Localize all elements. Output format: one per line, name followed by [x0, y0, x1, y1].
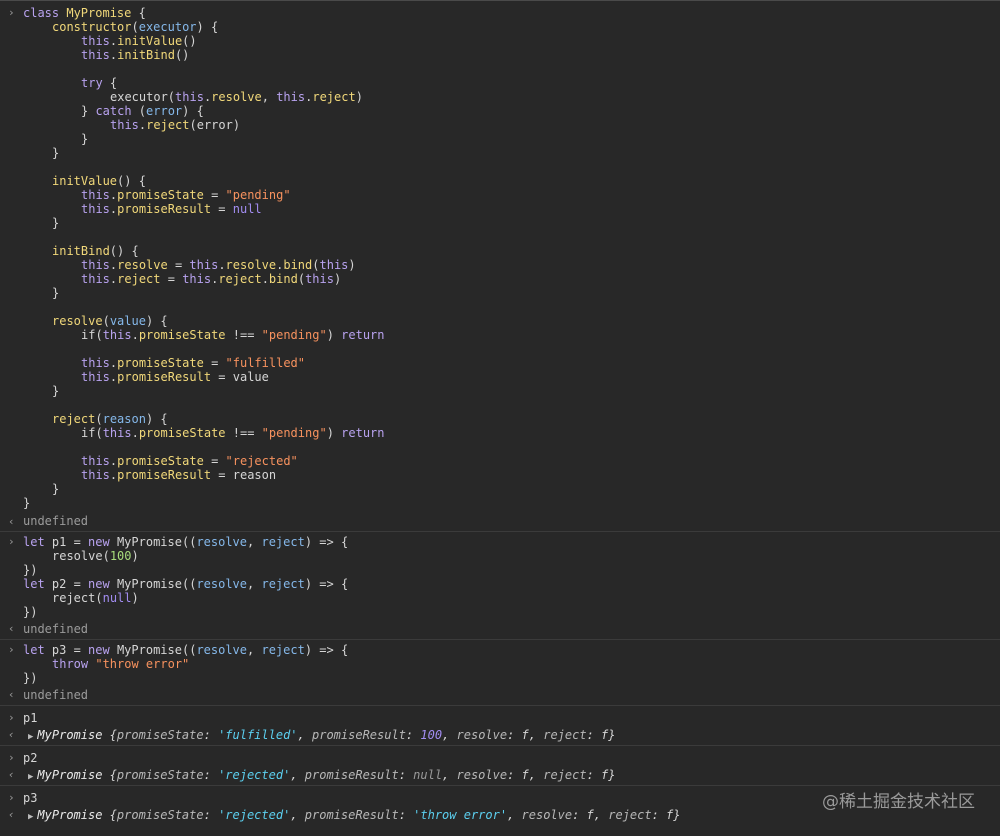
result-arrow-icon: ‹ [8, 728, 15, 741]
console-entry-class-definition: › class MyPromise { constructor(executor)… [0, 0, 1000, 531]
result-arrow-icon: ‹ [8, 688, 15, 701]
result-arrow-icon: ‹ [8, 515, 15, 528]
code-line: › class MyPromise { [8, 6, 146, 20]
input-prompt-icon: › [8, 6, 15, 19]
code-line: } [52, 286, 60, 300]
result-arrow-icon: ‹ [8, 622, 15, 635]
console-entry-p1-p2: › let p1 = new MyPromise((resolve, reject… [0, 531, 1000, 639]
result-line: ‹ undefined [0, 619, 1000, 639]
devtools-console: › class MyPromise { constructor(executor)… [0, 0, 1000, 836]
eval-input-line: › p2 [8, 751, 38, 765]
code-line: } [23, 496, 31, 510]
console-entry-eval-p2: › p2 ‹ ▶ MyPromise {promiseState: 'rejected… [0, 745, 1000, 785]
expand-triangle-icon[interactable]: ▶ [28, 732, 33, 742]
input-prompt-icon: › [8, 711, 15, 724]
code-line: } catch (error) { [81, 104, 204, 118]
code-line: constructor(executor) { [52, 20, 219, 34]
code-line: }) [23, 563, 38, 577]
code-line: this.promiseResult = reason [81, 468, 277, 482]
input-prompt-icon: › [8, 791, 15, 804]
code-line: } [52, 482, 60, 496]
eval-input-line: › p1 [8, 711, 38, 725]
object-preview[interactable]: ‹ ▶ MyPromise {promiseState: 'rejected', p… [0, 765, 1000, 785]
code-line: this.promiseState = "fulfilled" [81, 356, 306, 370]
code-line: this.promiseState = "pending" [81, 188, 291, 202]
code-line: try { [81, 76, 118, 90]
code-line: this.promiseState = "rejected" [81, 454, 298, 468]
code-line: this.initValue() [81, 34, 197, 48]
input-prompt-icon: › [8, 751, 15, 764]
code-line: this.reject = this.reject.bind(this) [81, 272, 342, 286]
result-line: ‹ undefined [0, 512, 1000, 531]
code-line: initBind() { [52, 244, 139, 258]
result-arrow-icon: ‹ [8, 808, 15, 821]
code-line: this.resolve = this.resolve.bind(this) [81, 258, 356, 272]
code-line: initValue() { [52, 174, 146, 188]
code-line: resolve(value) { [52, 314, 168, 328]
code-line: resolve(100) [52, 549, 139, 563]
code-line: this.promiseResult = null [81, 202, 262, 216]
code-line: } [81, 132, 89, 146]
code-line: if(this.promiseState !== "pending") retu… [81, 328, 385, 342]
code-line: } [52, 384, 60, 398]
code-line: › let p3 = new MyPromise((resolve, reject… [8, 643, 349, 657]
input-prompt-icon: › [8, 535, 15, 548]
result-line: ‹ undefined [0, 685, 1000, 705]
code-line: }) [23, 671, 38, 685]
code-line: executor(this.resolve, this.reject) [110, 90, 363, 104]
console-entry-p3: › let p3 = new MyPromise((resolve, reject… [0, 639, 1000, 705]
code-line: this.reject(error) [110, 118, 241, 132]
code-line: } [52, 146, 60, 160]
result-arrow-icon: ‹ [8, 768, 15, 781]
code-line: let p2 = new MyPromise((resolve, reject)… [23, 577, 349, 591]
code-line: › let p1 = new MyPromise((resolve, reject… [8, 535, 349, 549]
console-entry-eval-p1: › p1 ‹ ▶ MyPromise {promiseState: 'fulfille… [0, 705, 1000, 745]
code-line: }) [23, 605, 38, 619]
code-line: reject(null) [52, 591, 139, 605]
code-line: } [52, 216, 60, 230]
watermark-logo: @稀土掘金技术社区 [822, 792, 975, 812]
code-line: reject(reason) { [52, 412, 168, 426]
object-preview[interactable]: ‹ ▶ MyPromise {promiseState: 'fulfilled', … [0, 725, 1000, 745]
expand-triangle-icon[interactable]: ▶ [28, 772, 33, 782]
code-line: throw "throw error" [52, 657, 190, 671]
code-line: this.initBind() [81, 48, 190, 62]
code-line: if(this.promiseState !== "pending") retu… [81, 426, 385, 440]
expand-triangle-icon[interactable]: ▶ [28, 812, 33, 822]
input-prompt-icon: › [8, 643, 15, 656]
code-line: this.promiseResult = value [81, 370, 269, 384]
